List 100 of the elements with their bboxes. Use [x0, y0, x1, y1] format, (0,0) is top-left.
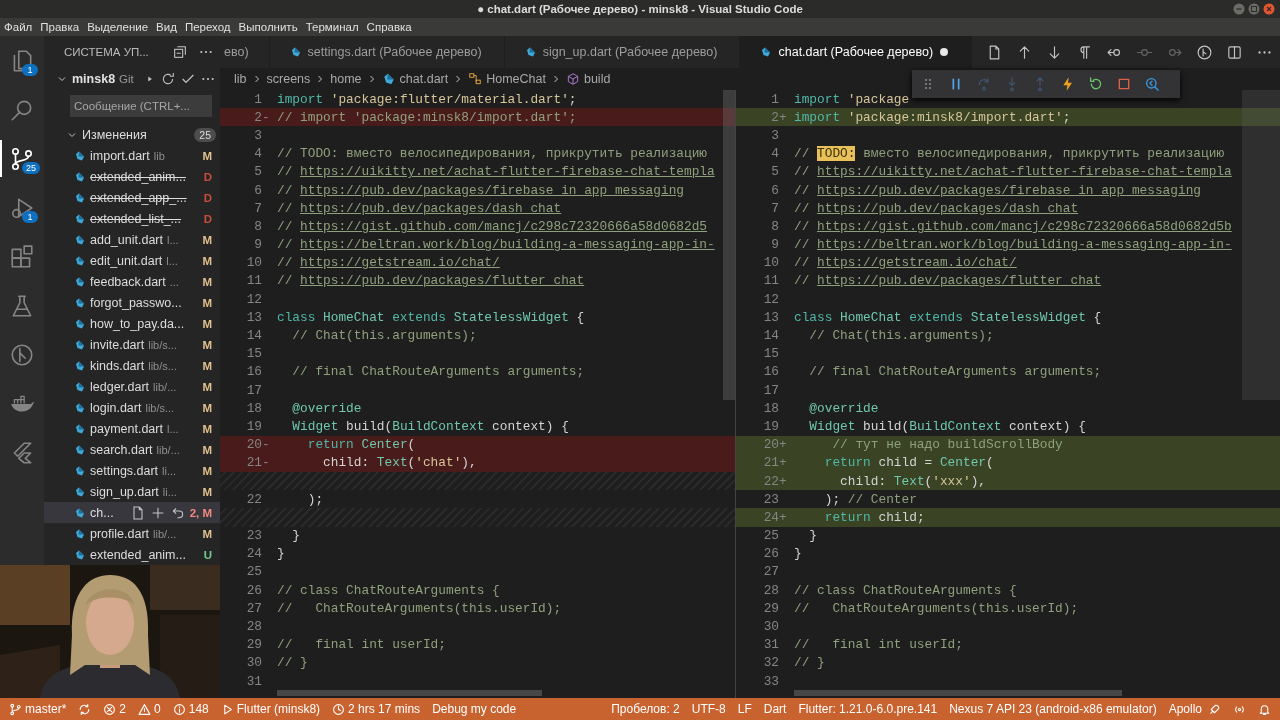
editor-tab[interactable]: settings.dart (Рабочее дерево): [269, 36, 505, 68]
breadcrumb-item[interactable]: build: [583, 72, 611, 86]
changed-file-item[interactable]: login.dart lib/s... M: [44, 397, 220, 418]
status-item[interactable]: Nexus 7 API 23 (android-x86 emulator): [944, 698, 1162, 720]
breadcrumb-item[interactable]: lib: [234, 72, 247, 86]
menu-item[interactable]: Выполнить: [238, 21, 298, 33]
line-number: 9: [253, 237, 263, 253]
changed-file-item[interactable]: extended_app_... D: [44, 187, 220, 208]
menu-item[interactable]: Файл: [4, 21, 33, 33]
extensions-icon[interactable]: [9, 243, 35, 270]
changed-file-item[interactable]: edit_unit.dart l... M: [44, 250, 220, 271]
menu-item[interactable]: Справка: [366, 21, 412, 33]
menu-item[interactable]: Терминал: [305, 21, 359, 33]
breadcrumb-item[interactable]: HomeChat: [486, 72, 546, 86]
editor-tab[interactable]: ево): [220, 36, 270, 68]
scrollbar[interactable]: [277, 690, 542, 696]
file-name: invite.dart: [90, 337, 145, 352]
close-icon[interactable]: [1263, 3, 1275, 15]
line-number: 8: [770, 218, 780, 234]
git-status: M: [202, 254, 212, 267]
stop-icon[interactable]: [1116, 76, 1132, 92]
file-name: sign_up.dart: [90, 484, 159, 499]
minimize-icon[interactable]: [1233, 3, 1245, 15]
line-number: 8: [253, 218, 263, 234]
maximize-icon[interactable]: [1248, 3, 1260, 15]
changed-file-item[interactable]: sign_up.dart li... M: [44, 481, 220, 502]
status-item[interactable]: Dart: [758, 698, 792, 720]
split-editor-icon[interactable]: [1226, 43, 1244, 61]
changed-file-item[interactable]: forgot_passwo... M: [44, 292, 220, 313]
breadcrumb-item[interactable]: home: [330, 72, 362, 86]
line-number: 28: [762, 582, 780, 598]
status-item[interactable]: 0: [133, 698, 166, 720]
status-item[interactable]: Apollo: [1163, 698, 1226, 720]
restart-icon[interactable]: [1088, 76, 1104, 92]
line-number: 22+: [762, 473, 788, 489]
changed-file-item[interactable]: add_unit.dart l... M: [44, 229, 220, 250]
refresh-icon[interactable]: [160, 71, 176, 87]
menu-item[interactable]: Вид: [156, 21, 177, 33]
changed-file-item[interactable]: extended_anim... D: [44, 166, 220, 187]
breadcrumb-item[interactable]: screens: [266, 72, 311, 86]
tab-label: settings.dart (Рабочее дерево): [307, 45, 482, 59]
source-control-icon[interactable]: [9, 145, 35, 172]
line-number: 31: [762, 637, 780, 653]
code-line: ); // Center: [823, 491, 917, 507]
changed-file-item[interactable]: import.dart lib M: [44, 145, 220, 166]
code-line: }: [291, 528, 301, 544]
info-icon: [172, 702, 186, 716]
changed-file-item[interactable]: invite.dart lib/s... M: [44, 334, 220, 355]
menu-item[interactable]: Выделение: [87, 21, 149, 33]
status-item[interactable]: Пробелов: 2: [606, 698, 685, 720]
scrollbar[interactable]: [723, 90, 735, 400]
commit-message-field[interactable]: Сообщение (CTRL+...: [70, 95, 212, 117]
status-item[interactable]: master*: [4, 698, 72, 720]
code-line: // import 'package:minsk8/import.dart';: [277, 109, 577, 125]
code-line: // https://pub.dev/packages/flutter_chat: [277, 273, 585, 289]
class-icon: [468, 72, 483, 86]
line-number: 21+: [762, 455, 788, 471]
status-item[interactable]: Flutter (minsk8): [215, 698, 326, 720]
line-number: 18: [762, 400, 780, 416]
changed-file-item[interactable]: extended_list_... D: [44, 208, 220, 229]
dart-file-icon: [74, 443, 86, 456]
changed-file-item[interactable]: ledger.dart lib/... M: [44, 376, 220, 397]
status-item[interactable]: 2: [98, 698, 132, 720]
scrollbar[interactable]: [794, 690, 1122, 696]
git-status: U: [203, 548, 212, 561]
status-item[interactable]: Flutter: 1.21.0-6.0.pre.141: [793, 698, 943, 720]
menu-item[interactable]: Правка: [40, 21, 80, 33]
inspect-icon[interactable]: [1144, 76, 1160, 92]
code-line: // https://beltran.work/blog/building-a-messaging-app-in-: [794, 237, 1232, 253]
file-path: lib/...: [153, 380, 177, 393]
line-number: 14: [245, 328, 263, 344]
changed-file-item[interactable]: profile.dart lib/... M: [44, 523, 220, 544]
changed-file-item[interactable]: feedback.dart ... M: [44, 271, 220, 292]
file-name: feedback.dart: [90, 274, 166, 289]
status-item[interactable]: 2 hrs 17 mins: [327, 698, 426, 720]
status-item[interactable]: Debug my code: [427, 698, 522, 720]
changed-file-item[interactable]: payment.dart l... M: [44, 418, 220, 439]
collapse-all-icon[interactable]: [172, 44, 188, 60]
dart-file-icon: [74, 254, 86, 267]
status-item[interactable]: UTF-8: [686, 698, 731, 720]
branch-circle-icon[interactable]: [9, 341, 35, 368]
status-item[interactable]: LF: [732, 698, 757, 720]
branch-circle-icon[interactable]: [1196, 43, 1214, 61]
editor-tab[interactable]: chat.dart (Рабочее дерево): [740, 36, 973, 68]
changed-file-item[interactable]: kinds.dart lib/s... M: [44, 355, 220, 376]
changed-file-item[interactable]: settings.dart li... M: [44, 460, 220, 481]
breadcrumb-item[interactable]: chat.dart: [399, 72, 449, 86]
tab-label: ево): [224, 45, 249, 59]
changed-file-item[interactable]: how_to_pay.da... M: [44, 313, 220, 334]
changed-file-item[interactable]: ch... 2, M: [44, 502, 220, 523]
line-number: 15: [245, 346, 263, 362]
scrollbar[interactable]: [1242, 90, 1280, 400]
changed-file-item[interactable]: extended_anim... U: [44, 544, 220, 565]
unsaved-dot-icon[interactable]: [939, 47, 950, 57]
changed-file-item[interactable]: search.dart lib/... M: [44, 439, 220, 460]
line-number: 1: [253, 91, 263, 107]
code-line: // https://getstream.io/chat/: [277, 255, 500, 271]
status-item[interactable]: 148: [167, 698, 214, 720]
menu-item[interactable]: Переход: [184, 21, 231, 33]
code-line: // Chat(this.arguments);: [291, 328, 477, 344]
